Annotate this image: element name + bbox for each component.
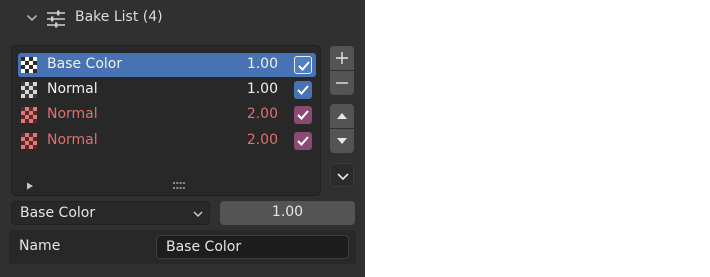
checker-texture-icon (21, 82, 37, 98)
chevron-down-icon (337, 173, 349, 181)
resize-grip-icon[interactable] (173, 181, 185, 191)
enable-checkbox[interactable] (294, 56, 312, 74)
name-label: Name (19, 238, 61, 254)
value-field-text: 1.00 (271, 204, 304, 220)
item-value[interactable]: 2.00 (247, 132, 278, 148)
list-item[interactable]: Normal 2.00 (18, 129, 316, 153)
panel-header[interactable]: Bake List (4) (0, 0, 365, 38)
panel-title: Bake List (4) (75, 9, 163, 25)
triangle-down-icon (337, 138, 347, 144)
name-property-row: Name Base Color (9, 230, 356, 264)
move-up-button[interactable] (330, 104, 354, 128)
dropdown-value: Base Color (20, 205, 96, 221)
item-value[interactable]: 1.00 (247, 56, 278, 72)
checkmark-icon (297, 85, 309, 95)
item-name[interactable]: Base Color (47, 56, 122, 72)
chevron-down-icon (193, 211, 203, 217)
list-item[interactable]: Normal 2.00 (18, 103, 316, 127)
add-button[interactable] (330, 46, 354, 70)
item-name[interactable]: Normal (47, 81, 98, 97)
remove-button[interactable] (330, 71, 354, 95)
specials-menu-button[interactable] (330, 163, 354, 187)
triangle-up-icon (337, 113, 347, 119)
bake-list: Base Color 1.00 Normal 1.00 Normal 2.00 … (11, 45, 321, 196)
list-item[interactable]: Base Color 1.00 (18, 53, 316, 77)
enable-checkbox[interactable] (294, 106, 312, 124)
empty-area (365, 0, 710, 277)
item-value[interactable]: 1.00 (247, 81, 278, 97)
name-input[interactable]: Base Color (156, 235, 349, 259)
checker-texture-icon (21, 57, 37, 73)
checker-texture-icon (21, 133, 37, 149)
filter-expand-icon[interactable] (26, 182, 34, 190)
move-down-button[interactable] (330, 129, 354, 153)
item-name[interactable]: Normal (47, 132, 98, 148)
item-name[interactable]: Normal (47, 106, 98, 122)
value-field[interactable]: 1.00 (220, 201, 355, 225)
collapse-chevron-icon[interactable] (26, 12, 38, 24)
bake-list-panel: Bake List (4) Base Color 1.00 Normal 1.0… (0, 0, 365, 277)
list-settings-icon (47, 10, 65, 28)
checkmark-icon (297, 110, 309, 120)
name-input-text: Base Color (166, 239, 242, 255)
item-value[interactable]: 2.00 (247, 106, 278, 122)
enable-checkbox[interactable] (294, 81, 312, 99)
list-item[interactable]: Normal 1.00 (18, 78, 316, 102)
checkmark-icon (298, 61, 310, 71)
enable-checkbox[interactable] (294, 132, 312, 150)
remove-icon (336, 82, 348, 84)
bake-type-dropdown[interactable]: Base Color (11, 201, 210, 225)
checkmark-icon (297, 136, 309, 146)
checker-texture-icon (21, 107, 37, 123)
add-icon (336, 52, 348, 64)
